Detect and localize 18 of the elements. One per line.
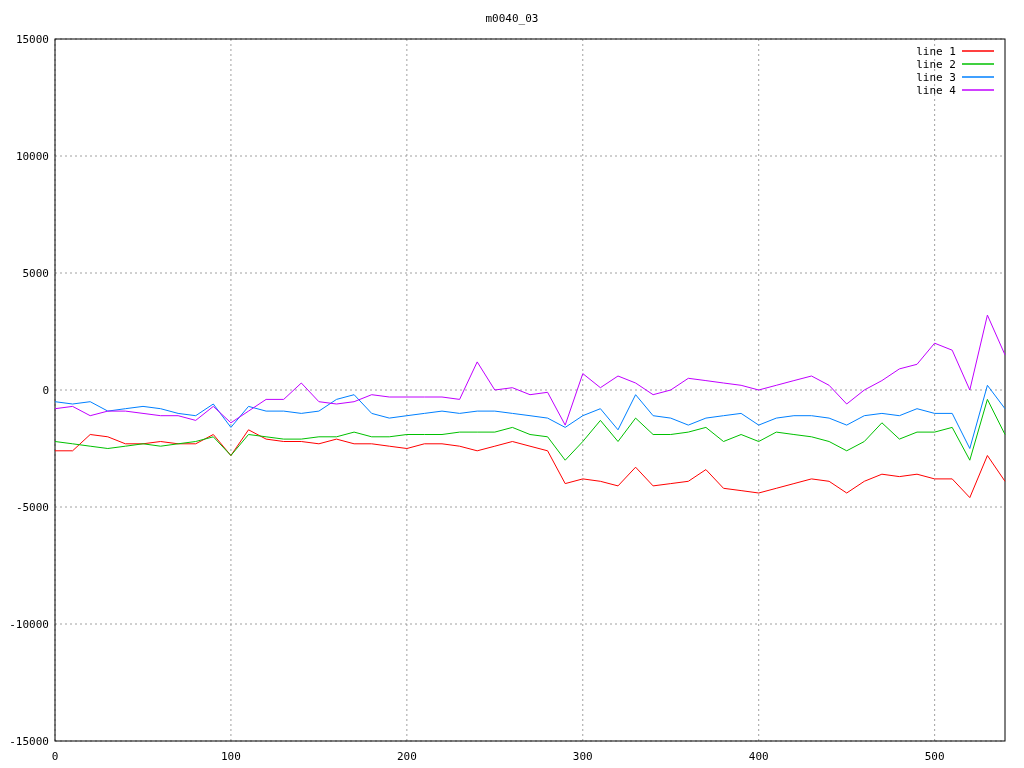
- y-tick-label: 5000: [22, 267, 49, 280]
- x-tick-label: 100: [221, 750, 241, 763]
- chart-title: m0040_03: [485, 12, 539, 25]
- legend-label: line 4: [916, 84, 956, 97]
- x-tick-label: 400: [748, 750, 769, 763]
- legend-label: line 2: [916, 58, 956, 71]
- y-tick-label: -15000: [9, 735, 49, 748]
- y-tick-label: -10000: [9, 618, 49, 631]
- x-tick-label: 500: [924, 750, 945, 763]
- legend-label: line 1: [916, 45, 956, 58]
- legend-label: line 3: [916, 71, 956, 84]
- x-tick-label: 200: [396, 750, 417, 763]
- y-tick-label: 0: [42, 384, 49, 397]
- x-tick-label: 0: [51, 750, 59, 763]
- x-tick-label: 300: [572, 750, 593, 763]
- y-tick-label: -5000: [15, 501, 49, 514]
- y-tick-label: 10000: [15, 150, 49, 163]
- y-tick-label: 15000: [15, 33, 49, 46]
